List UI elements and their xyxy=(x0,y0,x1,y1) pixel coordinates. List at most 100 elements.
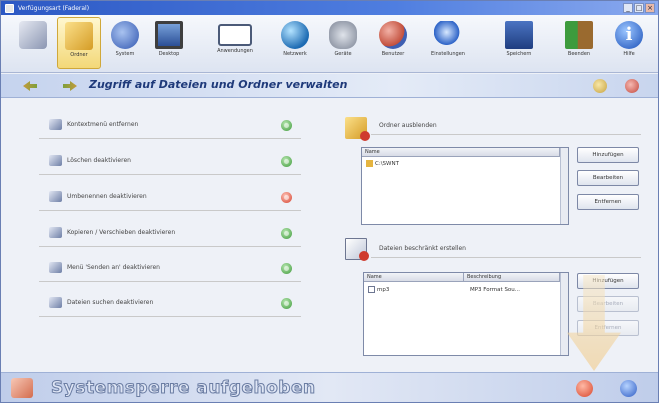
app-window: Verfügungsart (Faderal) _ □ × Ordner Sys… xyxy=(0,0,659,403)
option-icon xyxy=(49,191,62,202)
toolbar-item-ordner[interactable]: Ordner xyxy=(57,17,101,69)
magnifier-icon xyxy=(434,21,462,49)
toolbar-item-label: Desktop xyxy=(158,51,180,57)
status-ok-icon xyxy=(281,298,292,309)
option-icon xyxy=(49,119,62,130)
option-senden-an[interactable]: Menü 'Senden an' deaktivieren xyxy=(39,254,301,282)
info-icon xyxy=(615,21,643,49)
help-icon[interactable] xyxy=(620,380,637,397)
option-label: Umbenennen deaktivieren xyxy=(67,193,147,200)
status-text: Systemsperre aufgehoben xyxy=(51,378,316,399)
back-arrow-icon[interactable] xyxy=(23,81,37,91)
toolbar-item-hilfe[interactable]: Hilfe xyxy=(607,17,651,69)
status-ok-icon xyxy=(281,156,292,167)
status-ok-icon xyxy=(281,263,292,274)
list-header: Name xyxy=(362,148,560,157)
option-label: Kopieren / Verschieben deaktivieren xyxy=(67,229,176,236)
toolbar-item-anwendungen[interactable]: Anwendungen xyxy=(207,17,263,69)
computer-icon xyxy=(19,21,47,49)
status-ok-icon xyxy=(281,120,292,131)
toolbar-item-desktop[interactable]: Desktop xyxy=(147,17,191,69)
file-icon xyxy=(368,286,375,293)
toolbar-item-label: Beenden xyxy=(567,51,591,57)
power-icon[interactable] xyxy=(576,380,593,397)
scrollbar[interactable] xyxy=(560,273,568,355)
toolbar-item-label: Anwendungen xyxy=(217,48,253,54)
option-label: Dateien suchen deaktivieren xyxy=(67,299,154,306)
forward-arrow-icon[interactable] xyxy=(63,81,77,91)
column-header-description[interactable]: Beschreibung xyxy=(464,273,560,282)
divider xyxy=(371,257,641,258)
toolbar-item-netzwerk[interactable]: Netzwerk xyxy=(273,17,317,69)
edit-folder-button[interactable]: Bearbeiten xyxy=(577,170,639,186)
save-icon xyxy=(505,21,533,49)
option-icon xyxy=(49,155,62,166)
toolbar-item-beenden[interactable]: Beenden xyxy=(557,17,601,69)
toolbar-item-benutzer[interactable]: Benutzer xyxy=(371,17,415,69)
minimize-button[interactable]: _ xyxy=(623,3,633,13)
folder-path: C:\SWNT xyxy=(375,161,399,167)
add-folder-button[interactable]: Hinzufügen xyxy=(577,147,639,163)
window-title: Verfügungsart (Faderal) xyxy=(18,4,90,12)
section-header: Zugriff auf Dateien und Ordner verwalten xyxy=(1,74,658,98)
scrollbar[interactable] xyxy=(560,148,568,224)
toolbar-item-label: Hilfe xyxy=(623,51,635,57)
option-icon xyxy=(49,227,62,238)
toolbar-item-label: Benutzer xyxy=(381,51,405,57)
window-controls: _ □ × xyxy=(623,3,655,13)
system-icon xyxy=(111,21,139,49)
user-settings-icon[interactable] xyxy=(593,79,607,93)
option-loeschen[interactable]: Löschen deaktivieren xyxy=(39,147,301,175)
toolbar-item-label: System xyxy=(115,51,135,57)
hidden-folders-list[interactable]: Name C:\SWNT xyxy=(361,147,569,225)
file-description: MP3 Format Sou... xyxy=(470,287,521,293)
toolbar-item-speichern[interactable]: Speichern xyxy=(497,17,541,69)
restricted-files-list[interactable]: Name Beschreibung mp3 MP3 Format Sou... xyxy=(363,272,569,356)
maximize-button[interactable]: □ xyxy=(634,3,644,13)
restricted-file-icon xyxy=(345,238,369,261)
toolbar-item-label: Einstellungen xyxy=(431,51,465,57)
divider xyxy=(371,134,641,135)
option-icon xyxy=(49,262,62,273)
list-item[interactable]: mp3 xyxy=(368,285,389,295)
toolbar-item-einstellungen[interactable]: Einstellungen xyxy=(423,17,473,69)
option-kopieren[interactable]: Kopieren / Verschieben deaktivieren xyxy=(39,219,301,247)
status-bar: Systemsperre aufgehoben xyxy=(1,372,658,402)
exit-door-icon xyxy=(565,21,593,49)
folder-icon xyxy=(65,22,93,50)
main-toolbar: Ordner System Desktop Anwendungen Netzwe… xyxy=(1,15,658,73)
remove-folder-button[interactable]: Entfernen xyxy=(577,194,639,210)
column-header-name[interactable]: Name xyxy=(364,273,464,282)
app-icon xyxy=(5,3,14,13)
restrict-files-title: Dateien beschränkt erstellen xyxy=(379,245,466,252)
option-kontextmenue[interactable]: Kontextmenü entfernen xyxy=(39,111,301,139)
option-umbenennen[interactable]: Umbenennen deaktivieren xyxy=(39,183,301,211)
file-extension: mp3 xyxy=(377,287,390,293)
toolbar-item-computer[interactable] xyxy=(11,17,55,69)
unlock-icon xyxy=(11,378,33,398)
option-icon xyxy=(49,297,62,308)
close-button[interactable]: × xyxy=(645,3,655,13)
window-icon xyxy=(218,24,252,46)
lock-icon[interactable] xyxy=(625,79,639,93)
options-list: Kontextmenü entfernen Löschen deaktivier… xyxy=(39,111,301,326)
users-icon xyxy=(379,21,407,49)
toolbar-item-label: Netzwerk xyxy=(283,51,307,57)
option-label: Menü 'Senden an' deaktivieren xyxy=(67,264,160,271)
network-globe-icon xyxy=(281,21,309,49)
toolbar-item-system[interactable]: System xyxy=(103,17,147,69)
column-header-name[interactable]: Name xyxy=(362,148,560,157)
option-label: Löschen deaktivieren xyxy=(67,157,131,164)
list-item[interactable]: C:\SWNT xyxy=(366,159,399,169)
status-ok-icon xyxy=(281,228,292,239)
hide-folders-title: Ordner ausblenden xyxy=(379,122,437,129)
toolbar-item-label: Speichern xyxy=(506,51,532,57)
status-error-icon xyxy=(281,192,292,203)
hide-folder-icon xyxy=(345,117,370,141)
option-dateien-suchen[interactable]: Dateien suchen deaktivieren xyxy=(39,289,301,317)
title-bar: Verfügungsart (Faderal) _ □ × xyxy=(1,1,658,15)
list-header: Name Beschreibung xyxy=(364,273,560,282)
devices-icon xyxy=(329,21,357,49)
toolbar-item-geraete[interactable]: Geräte xyxy=(321,17,365,69)
toolbar-item-label: Geräte xyxy=(334,51,352,57)
